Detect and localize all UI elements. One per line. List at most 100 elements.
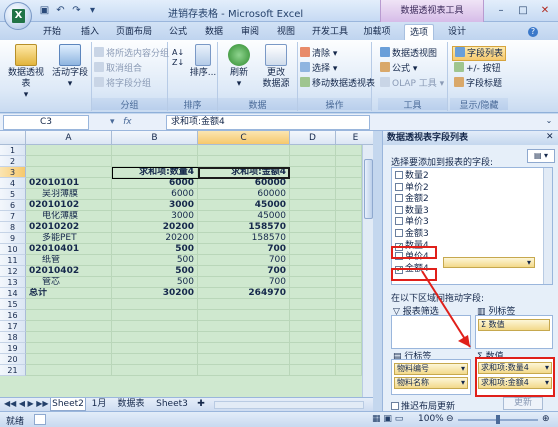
cell-b16[interactable] [112,310,198,321]
cell-e20[interactable] [336,354,362,365]
row-header[interactable]: 19 [0,343,26,354]
cell-e4[interactable] [336,178,362,189]
cell-b19[interactable] [112,343,198,354]
chip-dropdown-icon[interactable]: ▾ [461,364,467,374]
cell-e6[interactable] [336,200,362,211]
cell-b15[interactable] [112,299,198,310]
zoom-out-icon[interactable]: ⊖ [446,414,454,424]
cell-a2[interactable] [26,156,112,167]
cell-a5[interactable]: 吴羽薄膜 [26,189,112,200]
value-chip-amt4[interactable]: 求和项:金额4 ▾ [478,377,552,389]
cell-d13[interactable] [290,277,336,288]
row-header[interactable]: 11 [0,255,26,266]
field-list-scrollbar[interactable] [543,168,552,284]
cell-c7[interactable]: 45000 [198,211,290,222]
refresh-button[interactable]: 刷新 ▾ [224,44,254,90]
active-field-button[interactable]: 活动字段 ▾ [50,44,90,90]
row-header[interactable]: 10 [0,244,26,255]
sort-button[interactable]: 排序... [188,44,218,79]
cell-d9[interactable] [290,233,336,244]
row-header[interactable]: 8 [0,222,26,233]
chip-dropdown-icon[interactable]: ▾ [545,378,551,388]
select-button[interactable]: 选择 ▾ [300,62,337,75]
cell-d20[interactable] [290,354,336,365]
scroll-thumb[interactable] [364,159,373,219]
col-header-d[interactable]: D [290,131,336,145]
cell-b1[interactable] [112,145,198,156]
cell-b2[interactable] [112,156,198,167]
horizontal-scrollbar[interactable] [214,401,364,409]
field-item[interactable]: 单价3 [395,217,531,228]
row-header[interactable]: 2 [0,156,26,167]
cell-b18[interactable] [112,332,198,343]
cell-d11[interactable] [290,255,336,266]
cell-c16[interactable] [198,310,290,321]
cell-b13[interactable]: 500 [112,277,198,288]
clear-button[interactable]: 清除 ▾ [300,47,337,60]
field-list-button[interactable]: 字段列表 [452,46,507,61]
cell-a10[interactable]: 02010401 [26,244,112,255]
row-header[interactable]: 3 [0,167,26,178]
cell-d21[interactable] [290,365,336,376]
maximize-icon[interactable]: □ [512,3,534,18]
cell-c13[interactable]: 700 [198,277,290,288]
pivot-chart-button[interactable]: 数据透视图 [380,47,437,60]
cell-b5[interactable]: 6000 [112,189,198,200]
checkbox-icon[interactable] [395,205,403,214]
view-buttons-icon[interactable]: ▦ ▣ ▭ [372,414,403,424]
row-chip-item-code[interactable]: 物料编号 ▾ [394,363,468,375]
row-header[interactable]: 1 [0,145,26,156]
field-hover-dropdown[interactable]: ▾ [443,257,535,268]
row-header[interactable]: 5 [0,189,26,200]
cell-d4[interactable] [290,178,336,189]
row-labels-area[interactable]: 物料编号 ▾ 物料名称 ▾ [391,359,471,395]
zoom-slider-thumb[interactable] [496,415,500,424]
cell-e14[interactable] [336,288,362,299]
field-item[interactable]: 数量3 [395,205,531,217]
field-item[interactable]: 金额3 [395,229,531,240]
row-header[interactable]: 14 [0,288,26,299]
select-all-corner[interactable] [0,131,26,145]
cell-c8[interactable]: 158570 [198,222,290,233]
checkbox-icon[interactable] [395,182,403,191]
zoom-level[interactable]: 100% [418,414,444,424]
cell-c2[interactable] [198,156,290,167]
cell-e16[interactable] [336,310,362,321]
row-header[interactable]: 15 [0,299,26,310]
cell-a11[interactable]: 纸管 [26,255,112,266]
cell-c10[interactable]: 700 [198,244,290,255]
cell-b9[interactable]: 20200 [112,233,198,244]
row-header[interactable]: 7 [0,211,26,222]
name-box[interactable]: C3 [3,115,89,130]
zoom-in-icon[interactable]: ⊕ [542,414,550,424]
cell-d16[interactable] [290,310,336,321]
sort-az-icon[interactable]: A↓ Z↓ [172,48,184,68]
redo-icon[interactable]: ↷ [70,4,83,17]
tab-insert[interactable]: 插入 [76,24,104,40]
sheet-tab-data[interactable]: 数据表 [112,398,150,411]
sheet-tab-sheet2[interactable]: Sheet2 [50,398,86,411]
undo-icon[interactable]: ↶ [54,4,67,17]
cell-e11[interactable] [336,255,362,266]
chip-dropdown-icon[interactable]: ▾ [545,363,551,373]
save-icon[interactable]: ▣ [38,4,51,17]
cell-b8[interactable]: 20200 [112,222,198,233]
cell-a21[interactable] [26,365,112,376]
tab-page-layout[interactable]: 页面布局 [112,24,156,40]
move-pivot-button[interactable]: 移动数据透视表 [300,77,375,90]
cell-a18[interactable] [26,332,112,343]
cell-a9[interactable]: 多能PET [26,233,112,244]
checkbox-icon[interactable] [395,171,403,179]
cell-a4[interactable]: 02010101 [26,178,112,189]
cell-c11[interactable]: 700 [198,255,290,266]
cell-d7[interactable] [290,211,336,222]
ungroup-button[interactable]: 取消组合 [94,62,142,75]
chip-dropdown-icon[interactable]: ▾ [461,378,467,388]
cell-e1[interactable] [336,145,362,156]
cell-b20[interactable] [112,354,198,365]
pivot-table-button[interactable]: 数据透视表 ▾ [4,44,48,101]
field-headers-button[interactable]: 字段标题 [454,77,502,90]
row-header[interactable]: 16 [0,310,26,321]
cell-d5[interactable] [290,189,336,200]
cell-d19[interactable] [290,343,336,354]
